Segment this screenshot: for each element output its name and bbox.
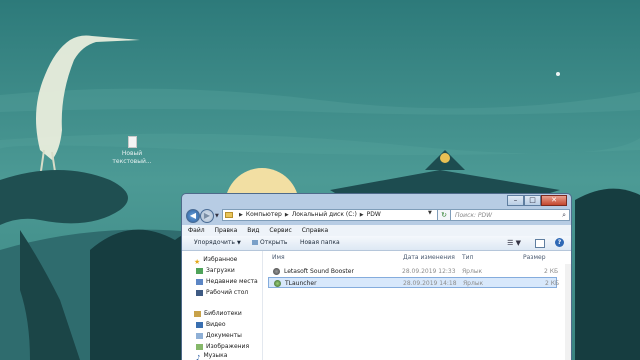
sidebar-item-downloads[interactable]: Загрузки: [196, 266, 235, 276]
command-bar: Упорядочить ▼ Открыть Новая папка ☰ ▼ ?: [182, 236, 571, 251]
open-icon: [252, 240, 258, 245]
column-date-modified[interactable]: Дата изменения: [403, 251, 455, 264]
sidebar-item-recent-places[interactable]: Недавние места: [196, 277, 258, 287]
chevron-down-icon: ▼: [236, 240, 241, 246]
sidebar-item-label: Загрузки: [206, 267, 235, 274]
vertical-scrollbar[interactable]: [565, 264, 571, 360]
sidebar-libraries[interactable]: Библиотеки: [194, 309, 242, 319]
chevron-right-icon: ▶: [359, 212, 364, 218]
navigation-bar: ◀ ▶ ▼ ▶ Компьютер ▶ Локальный диск (C:) …: [182, 207, 571, 225]
libraries-icon: [194, 310, 201, 317]
file-date: 28.09.2019 12:33: [402, 268, 456, 275]
address-bar[interactable]: ▶ Компьютер ▶ Локальный диск (C:) ▶ PDW: [222, 209, 445, 221]
new-folder-button[interactable]: Новая папка: [300, 236, 340, 250]
pictures-icon: [196, 343, 203, 350]
column-headers: Имя Дата изменения Тип Размер: [264, 251, 571, 264]
back-button[interactable]: ◀: [186, 209, 200, 223]
menu-file[interactable]: Файл: [188, 227, 205, 234]
menu-view[interactable]: Вид: [247, 227, 259, 234]
close-button[interactable]: ✕: [541, 195, 567, 206]
sidebar-item-documents[interactable]: Документы: [196, 331, 242, 341]
menu-bar: Файл Правка Вид Сервис Справка: [182, 225, 571, 236]
file-type: Ярлык: [463, 280, 484, 287]
chevron-right-icon: ▶: [239, 212, 243, 218]
folder-icon: [225, 212, 233, 218]
column-name[interactable]: Имя: [272, 251, 285, 264]
search-placeholder: Поиск: PDW: [455, 212, 493, 219]
menu-help[interactable]: Справка: [302, 227, 328, 234]
sidebar-item-label: Недавние места: [206, 278, 258, 285]
video-icon: [196, 321, 203, 328]
views-icon: ☰: [507, 239, 514, 247]
change-view-button[interactable]: ☰ ▼: [507, 239, 521, 247]
column-type[interactable]: Тип: [462, 251, 474, 264]
desktop-icon-label-line-2: текстовый...: [112, 158, 152, 165]
sidebar-item-label: Рабочий стол: [206, 289, 249, 296]
maximize-button[interactable]: □: [524, 195, 541, 206]
file-date: 28.09.2019 14:18: [403, 280, 457, 287]
sidebar-item-music[interactable]: ♪ Музыка: [196, 351, 227, 360]
desktop-icon-label-line-1: Новый: [121, 150, 143, 157]
sidebar-item-label: Документы: [206, 332, 242, 339]
menu-edit[interactable]: Правка: [215, 227, 238, 234]
recent-pages-dropdown[interactable]: ▼: [215, 213, 219, 219]
downloads-icon: [196, 267, 203, 274]
search-input[interactable]: Поиск: PDW ⌕: [450, 209, 570, 221]
window-titlebar[interactable]: – □ ✕: [182, 194, 571, 206]
sidebar-item-label: Музыка: [203, 352, 228, 359]
tlauncher-icon: [274, 280, 281, 287]
content-area: ★ Избранное Загрузки Недавние места Рабоч…: [182, 251, 571, 360]
address-dropdown[interactable]: ▼: [428, 210, 432, 216]
desktop-icon: [196, 289, 203, 296]
file-name: Letasoft Sound Booster: [284, 268, 354, 275]
file-size: 2 КБ: [544, 268, 559, 275]
sidebar-favorites[interactable]: ★ Избранное: [194, 255, 238, 266]
open-label: Открыть: [260, 239, 288, 246]
music-icon: ♪: [196, 353, 201, 360]
sidebar-favorites-label: Избранное: [203, 256, 238, 263]
chevron-right-icon: ▶: [284, 212, 289, 218]
file-type: Ярлык: [462, 268, 483, 275]
documents-icon: [196, 332, 203, 339]
help-icon[interactable]: ?: [555, 238, 564, 247]
forward-button[interactable]: ▶: [200, 209, 214, 223]
sidebar-item-label: Изображения: [206, 343, 250, 350]
file-list: Имя Дата изменения Тип Размер Letasoft S…: [264, 251, 571, 360]
star-icon: ★: [194, 257, 201, 266]
desktop-icon-new-text-file[interactable]: Новый текстовый...: [108, 136, 156, 166]
sidebar-libraries-label: Библиотеки: [204, 310, 242, 317]
column-size[interactable]: Размер: [523, 251, 546, 264]
minimize-button[interactable]: –: [507, 195, 524, 206]
sidebar-item-video[interactable]: Видео: [196, 320, 226, 330]
open-button[interactable]: Открыть: [252, 236, 287, 250]
file-size: 2 КБ: [545, 280, 560, 287]
text-file-icon: [127, 136, 137, 148]
sidebar-item-desktop[interactable]: Рабочий стол: [196, 288, 248, 298]
menu-tools[interactable]: Сервис: [269, 227, 291, 234]
recent-places-icon: [196, 278, 203, 285]
sound-booster-icon: [273, 268, 280, 275]
navigation-pane: ★ Избранное Загрузки Недавние места Рабоч…: [182, 251, 263, 360]
refresh-button[interactable]: ↻: [437, 209, 451, 221]
file-name: TLauncher: [285, 280, 317, 287]
search-icon: ⌕: [562, 211, 566, 219]
breadcrumb-local-disk[interactable]: Локальный диск (C:): [292, 210, 357, 220]
file-row-letasoft[interactable]: Letasoft Sound Booster 28.09.2019 12:33 …: [268, 266, 559, 277]
explorer-window: – □ ✕ ◀ ▶ ▼ ▶ Компьютер ▶ Локальный диск…: [181, 193, 572, 360]
file-row-tlauncher[interactable]: TLauncher 28.09.2019 14:18 Ярлык 2 КБ: [268, 277, 560, 288]
organize-button[interactable]: Упорядочить ▼: [194, 236, 241, 250]
organize-label: Упорядочить: [194, 239, 235, 246]
breadcrumb-computer[interactable]: Компьютер: [246, 210, 282, 220]
preview-pane-button[interactable]: [535, 239, 545, 248]
breadcrumb-pdw[interactable]: PDW: [367, 210, 381, 220]
sidebar-item-label: Видео: [206, 321, 226, 328]
